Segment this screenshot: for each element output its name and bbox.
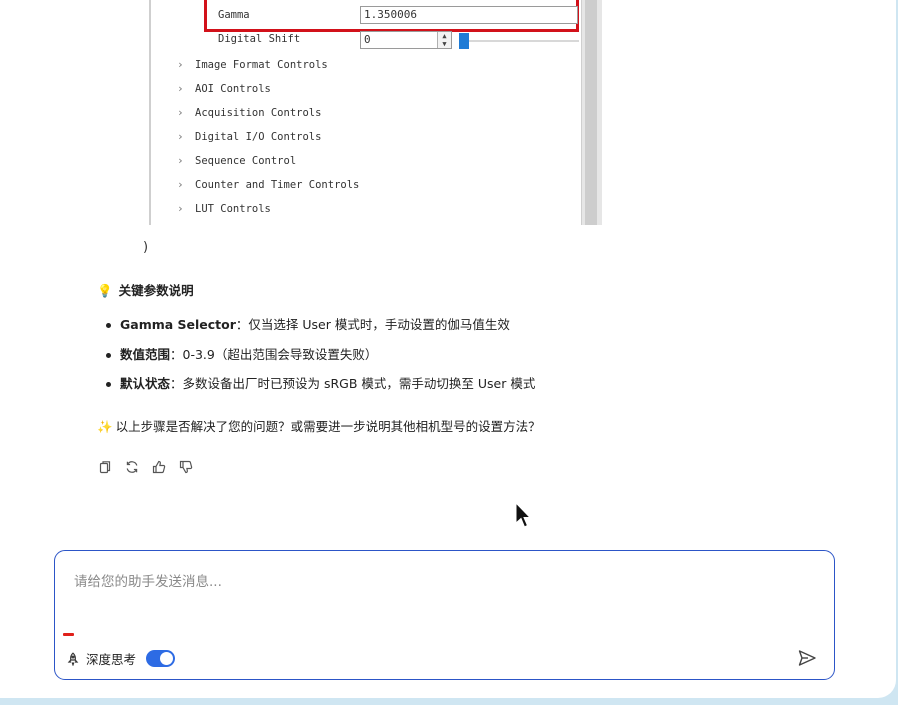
list-item: Gamma Selector：仅当选择 User 模式时，手动设置的伽马值生效 <box>106 315 535 345</box>
mouse-cursor-icon <box>515 502 532 528</box>
tree-item: › Counter and Timer Controls <box>177 178 360 191</box>
slider-thumb <box>459 33 469 49</box>
digital-shift-label: Digital Shift <box>218 33 301 45</box>
chevron-right-icon: › <box>177 178 184 191</box>
tree-item: › LUT Controls <box>177 202 271 215</box>
thumbs-up-icon[interactable] <box>152 460 166 474</box>
scrollbar-thumb <box>585 0 597 225</box>
sparkle-icon: ✨ <box>97 419 113 434</box>
chevron-right-icon: › <box>177 154 184 167</box>
chevron-right-icon: › <box>177 58 184 71</box>
key-params-list: Gamma Selector：仅当选择 User 模式时，手动设置的伽马值生效 … <box>106 315 535 404</box>
copy-icon[interactable] <box>98 460 112 474</box>
chevron-right-icon: › <box>177 82 184 95</box>
chat-window: Gamma 1.350006 Digital Shift 0 ▲ ▼ › Image… <box>0 0 896 698</box>
tree-item: › Digital I/O Controls <box>177 130 322 143</box>
spin-arrows-icon: ▲ ▼ <box>437 32 451 48</box>
gamma-label: Gamma <box>218 9 250 21</box>
message-composer[interactable]: 请给您的助手发送消息... 深度思考 <box>54 550 835 680</box>
message-input[interactable]: 请给您的助手发送消息... <box>74 570 222 590</box>
key-params-title: 💡 关键参数说明 <box>97 283 194 298</box>
closing-paren: ) <box>143 240 149 255</box>
tree-item: › Acquisition Controls <box>177 106 322 119</box>
panel-divider <box>149 0 151 225</box>
deep-think-label: 深度思考 <box>86 652 137 667</box>
followup-question: ✨ 以上步骤是否解决了您的问题？或需要进一步说明其他相机型号的设置方法？ <box>97 419 541 434</box>
chevron-right-icon: › <box>177 130 184 143</box>
thumbs-down-icon[interactable] <box>179 460 193 474</box>
tree-item: › Sequence Control <box>177 154 297 167</box>
slider-track <box>459 40 579 42</box>
list-item: 默认状态：多数设备出厂时已预设为 sRGB 模式，需手动切换至 User 模式 <box>106 374 535 404</box>
send-icon[interactable] <box>797 648 817 668</box>
tree-item: › Image Format Controls <box>177 58 328 71</box>
tree-item: › AOI Controls <box>177 82 271 95</box>
message-actions <box>98 460 193 474</box>
input-marker <box>63 633 74 636</box>
gamma-field: 1.350006 <box>360 6 578 24</box>
rocket-icon <box>67 651 79 666</box>
regenerate-icon[interactable] <box>125 460 139 474</box>
embedded-screenshot: Gamma 1.350006 Digital Shift 0 ▲ ▼ › Image… <box>144 0 606 225</box>
lightbulb-icon: 💡 <box>97 283 113 298</box>
chevron-right-icon: › <box>177 106 184 119</box>
deep-think-control[interactable]: 深度思考 <box>66 649 176 668</box>
toggle-knob <box>160 652 174 665</box>
list-item: 数值范围：0-3.9（超出范围会导致设置失败） <box>106 345 535 375</box>
chevron-right-icon: › <box>177 202 184 215</box>
deep-think-toggle[interactable] <box>146 650 176 667</box>
